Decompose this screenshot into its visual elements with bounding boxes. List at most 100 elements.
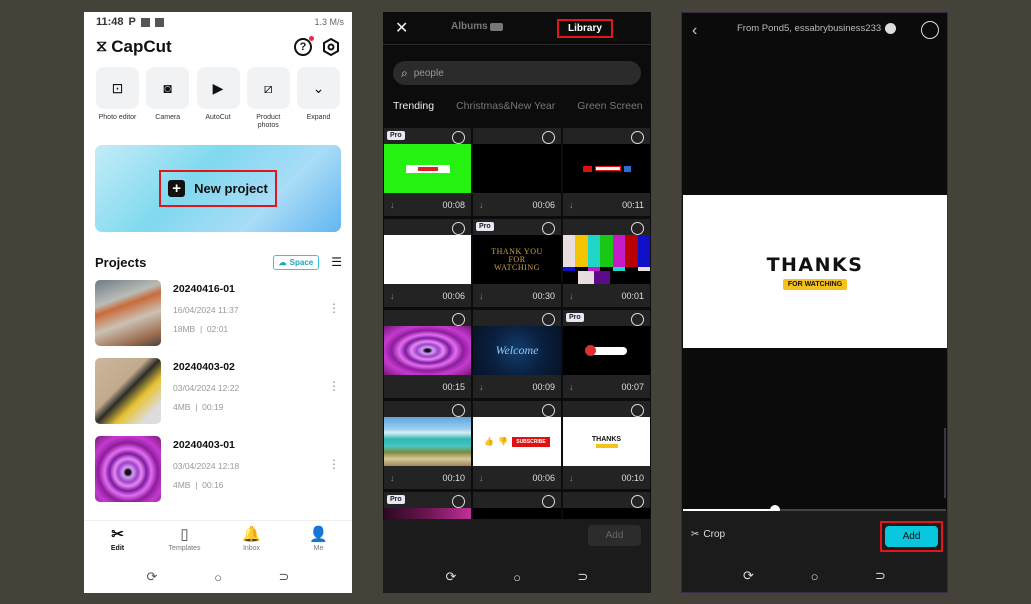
settings-icon[interactable] bbox=[322, 38, 340, 56]
download-icon[interactable]: ↓ bbox=[479, 291, 484, 301]
tab-albums[interactable]: Albums bbox=[451, 21, 503, 32]
download-icon[interactable]: ↓ bbox=[390, 473, 395, 483]
home-icon[interactable]: ○ bbox=[210, 570, 226, 585]
more-options-icon[interactable]: ⋮ bbox=[327, 376, 341, 396]
tool-autocut[interactable]: ▶ AutoCut bbox=[196, 67, 240, 130]
back-icon[interactable]: ⊃ bbox=[575, 569, 591, 585]
scissors-icon: ✂ bbox=[111, 526, 124, 543]
help-icon[interactable]: ? bbox=[294, 36, 314, 56]
category-christmas[interactable]: Christmas&New Year bbox=[456, 100, 555, 112]
download-icon[interactable]: ↓ bbox=[479, 200, 484, 210]
clip-item[interactable]: ↓ 00:01 bbox=[563, 219, 650, 307]
select-circle[interactable] bbox=[452, 222, 465, 235]
download-icon[interactable]: ↓ bbox=[569, 200, 574, 210]
select-circle[interactable] bbox=[542, 222, 555, 235]
user-icon: 👤 bbox=[309, 526, 328, 543]
scissors-icon: ✂ bbox=[691, 529, 700, 540]
video-preview[interactable]: THANKS FOR WATCHING bbox=[683, 195, 947, 348]
space-label: Space bbox=[289, 257, 314, 267]
project-item[interactable]: 20240416-01 16/04/2024 11:37 18MB | 02:0… bbox=[84, 280, 352, 358]
tab-edit[interactable]: ✂ Edit bbox=[93, 521, 143, 556]
download-icon[interactable]: ↓ bbox=[569, 473, 574, 483]
projects-header: Projects ☁ Space ☰ bbox=[84, 252, 352, 272]
close-icon[interactable]: ✕ bbox=[395, 18, 408, 38]
select-circle[interactable] bbox=[542, 313, 555, 326]
clip-item[interactable]: 00:15 bbox=[384, 310, 471, 398]
select-circle[interactable] bbox=[542, 131, 555, 144]
select-circle[interactable] bbox=[631, 495, 644, 508]
thumbs-up-icon: 👍 bbox=[484, 437, 495, 446]
clip-item[interactable]: Pro bbox=[384, 492, 471, 519]
clip-item[interactable]: 👍 👎 SUBSCRIBE ↓ 00:06 bbox=[473, 401, 561, 489]
scrollbar[interactable] bbox=[944, 428, 946, 498]
tab-me[interactable]: 👤 Me bbox=[294, 521, 344, 556]
tool-photo-editor[interactable]: ⊡ Photo editor bbox=[96, 67, 139, 130]
select-circle[interactable] bbox=[542, 495, 555, 508]
select-circle[interactable] bbox=[631, 131, 644, 144]
back-arrow-icon[interactable]: ‹ bbox=[692, 22, 697, 40]
clip-duration: 00:30 bbox=[532, 290, 555, 301]
tool-camera[interactable]: ◙ Camera bbox=[146, 67, 190, 130]
clip-item[interactable] bbox=[473, 492, 561, 519]
clip-item[interactable]: THANKS ↓ 00:10 bbox=[563, 401, 650, 489]
space-button[interactable]: ☁ Space bbox=[272, 254, 320, 270]
tab-inbox[interactable]: 🔔 Inbox bbox=[227, 521, 277, 556]
select-circle[interactable] bbox=[631, 222, 644, 235]
project-item[interactable]: 20240403-02 03/04/2024 12:22 4MB | 00:19… bbox=[84, 358, 352, 436]
clip-item[interactable] bbox=[563, 492, 650, 519]
camera-icon: ◙ bbox=[146, 67, 190, 109]
home-icon[interactable]: ○ bbox=[807, 569, 823, 584]
add-button-disabled[interactable]: Add bbox=[588, 525, 641, 546]
clip-item[interactable]: ↓ 00:06 bbox=[384, 219, 471, 307]
select-circle[interactable] bbox=[452, 313, 465, 326]
back-icon[interactable]: ⊃ bbox=[276, 569, 292, 585]
clip-item[interactable]: ↓ 00:10 bbox=[384, 401, 471, 489]
select-circle[interactable] bbox=[452, 404, 465, 417]
sort-icon[interactable]: ☰ bbox=[331, 255, 342, 269]
select-circle[interactable] bbox=[452, 131, 465, 144]
clip-item[interactable]: ↓ 00:06 bbox=[473, 128, 561, 216]
clip-thumbnail: Welcome bbox=[473, 326, 561, 375]
project-item[interactable]: 20240403-01 03/04/2024 12:18 4MB | 00:16… bbox=[84, 436, 352, 514]
home-icon[interactable]: ○ bbox=[509, 570, 525, 585]
select-circle[interactable] bbox=[542, 404, 555, 417]
clip-thumbnail bbox=[563, 326, 650, 375]
select-circle[interactable] bbox=[452, 495, 465, 508]
tool-product-photos[interactable]: ⧄ Product photos bbox=[246, 67, 290, 130]
category-trending[interactable]: Trending bbox=[393, 100, 434, 112]
clip-item[interactable]: Pro THANK YOU FOR WATCHING ↓ 00:30 bbox=[473, 219, 561, 307]
select-circle[interactable] bbox=[631, 404, 644, 417]
recent-apps-icon[interactable]: ⟳ bbox=[741, 568, 757, 584]
recent-apps-icon[interactable]: ⟳ bbox=[443, 569, 459, 585]
tab-templates[interactable]: ▯ Templates bbox=[160, 521, 210, 556]
crop-button[interactable]: ✂ Crop bbox=[691, 529, 725, 540]
clip-duration: 00:06 bbox=[532, 472, 555, 483]
clip-thumbnail: THANK YOU FOR WATCHING bbox=[473, 235, 561, 284]
clip-item[interactable]: Welcome ↓ 00:09 bbox=[473, 310, 561, 398]
download-icon[interactable]: ↓ bbox=[479, 473, 484, 483]
select-circle[interactable] bbox=[921, 21, 939, 39]
search-input[interactable] bbox=[413, 67, 614, 79]
add-button[interactable]: Add bbox=[885, 526, 938, 547]
search-icon: ⌕ bbox=[401, 65, 408, 80]
clip-item[interactable]: Pro ↓ 00:07 bbox=[563, 310, 650, 398]
search-bar[interactable]: ⌕ bbox=[393, 61, 641, 85]
select-circle[interactable] bbox=[631, 313, 644, 326]
download-icon[interactable]: ↓ bbox=[569, 291, 574, 301]
tab-library[interactable]: Library bbox=[557, 19, 613, 38]
more-options-icon[interactable]: ⋮ bbox=[327, 454, 341, 474]
clip-item[interactable]: ↓ 00:11 bbox=[563, 128, 650, 216]
download-icon[interactable]: ↓ bbox=[569, 382, 574, 392]
more-options-icon[interactable]: ⋮ bbox=[327, 298, 341, 318]
new-project-banner[interactable]: + New project bbox=[95, 145, 341, 232]
download-icon[interactable]: ↓ bbox=[390, 200, 395, 210]
thumb-text: THANKS bbox=[591, 435, 622, 443]
recent-apps-icon[interactable]: ⟳ bbox=[144, 569, 160, 585]
clip-item[interactable]: Pro ↓ 00:08 bbox=[384, 128, 471, 216]
category-green-screen[interactable]: Green Screen bbox=[577, 100, 642, 112]
back-icon[interactable]: ⊃ bbox=[873, 568, 889, 584]
tool-expand[interactable]: ⌄ Expand bbox=[297, 67, 340, 130]
download-icon[interactable]: ↓ bbox=[390, 291, 395, 301]
new-project-button[interactable]: + New project bbox=[159, 170, 277, 207]
download-icon[interactable]: ↓ bbox=[479, 382, 484, 392]
